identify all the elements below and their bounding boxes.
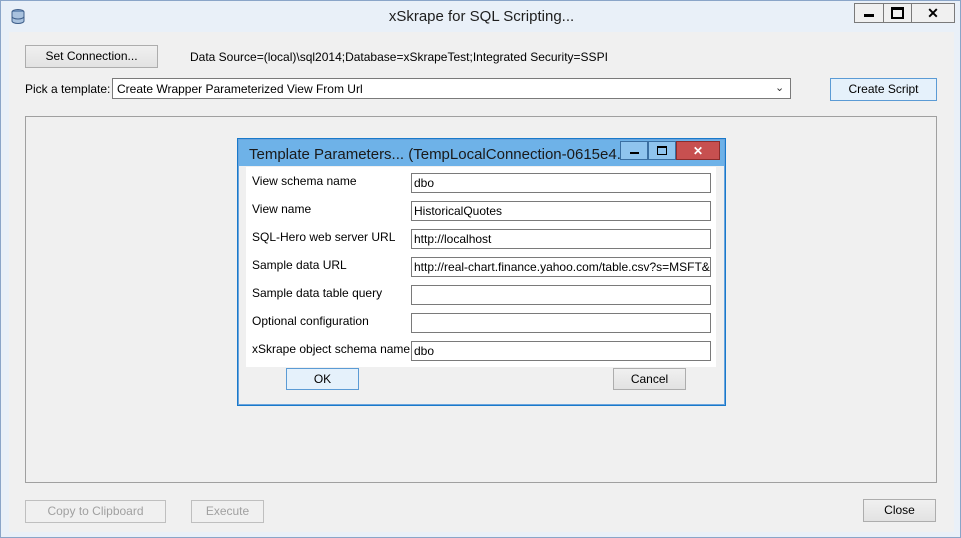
connection-string: Data Source=(local)\sql2014;Database=xSk… xyxy=(190,50,608,64)
dialog-title: Template Parameters... (TempLocalConnect… xyxy=(249,146,630,163)
template-select-value: Create Wrapper Parameterized View From U… xyxy=(117,82,363,96)
parameter-grid: View schema name dbo View name Historica… xyxy=(246,167,716,367)
copy-to-clipboard-button[interactable]: Copy to Clipboard xyxy=(25,500,166,523)
close-button[interactable]: Close xyxy=(863,499,936,522)
optional-configuration-input[interactable] xyxy=(411,313,711,333)
param-label: Optional configuration xyxy=(252,314,369,328)
param-label: Sample data URL xyxy=(252,258,347,272)
maximize-icon xyxy=(891,7,904,19)
title-bar[interactable]: xSkrape for SQL Scripting... ✕ xyxy=(1,1,960,32)
maximize-icon xyxy=(657,146,667,155)
web-server-url-input[interactable]: http://localhost xyxy=(411,229,711,249)
param-label: View schema name xyxy=(252,174,357,188)
sample-data-table-query-input[interactable] xyxy=(411,285,711,305)
set-connection-button[interactable]: Set Connection... xyxy=(25,45,158,68)
chevron-down-icon: ⌄ xyxy=(775,82,785,94)
ok-button[interactable]: OK xyxy=(286,368,359,390)
dialog-title-bar[interactable]: Template Parameters... (TempLocalConnect… xyxy=(239,140,724,166)
sample-data-url-input[interactable]: http://real-chart.finance.yahoo.com/tabl… xyxy=(411,257,711,277)
template-parameters-dialog: Template Parameters... (TempLocalConnect… xyxy=(237,138,726,406)
param-label: View name xyxy=(252,202,312,216)
template-select[interactable]: Create Wrapper Parameterized View From U… xyxy=(112,78,791,99)
window-title: xSkrape for SQL Scripting... xyxy=(388,8,575,25)
minimize-icon xyxy=(864,13,874,17)
main-window: xSkrape for SQL Scripting... ✕ Set Conne… xyxy=(0,0,961,538)
param-label: SQL-Hero web server URL xyxy=(252,230,396,244)
dialog-close-button[interactable]: ✕ xyxy=(676,141,720,160)
maximize-button[interactable] xyxy=(883,3,912,23)
execute-button[interactable]: Execute xyxy=(191,500,264,523)
close-window-button[interactable]: ✕ xyxy=(911,3,955,23)
pick-template-label: Pick a template: xyxy=(25,82,111,96)
view-schema-name-input[interactable]: dbo xyxy=(411,173,711,193)
view-name-input[interactable]: HistoricalQuotes xyxy=(411,201,711,221)
param-label: xSkrape object schema name xyxy=(252,342,411,356)
create-script-button[interactable]: Create Script xyxy=(830,78,937,101)
dialog-maximize-button[interactable] xyxy=(648,141,676,160)
minimize-button[interactable] xyxy=(854,3,884,23)
dialog-minimize-button[interactable] xyxy=(620,141,648,160)
minimize-icon xyxy=(629,152,639,154)
param-label: Sample data table query xyxy=(252,286,383,300)
cancel-button[interactable]: Cancel xyxy=(613,368,686,390)
close-icon: ✕ xyxy=(692,143,704,158)
xskrape-schema-name-input[interactable]: dbo xyxy=(411,341,711,361)
close-icon: ✕ xyxy=(927,5,939,21)
